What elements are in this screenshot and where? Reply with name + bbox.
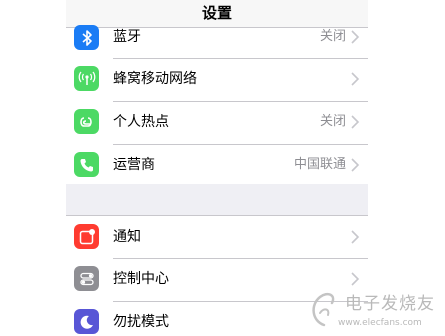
row-value: 关闭 — [319, 29, 346, 44]
row-label: 通知 — [113, 229, 141, 245]
row-label: 蓝牙 — [113, 29, 141, 45]
chevron-right-icon — [351, 72, 360, 86]
chevron-right-icon — [351, 30, 360, 44]
connectivity-group: 蓝牙 关闭 蜂窝移动网络 个人热点 关闭 运营商 中国联通 — [66, 25, 368, 187]
chevron-right-icon — [351, 158, 360, 172]
chevron-right-icon — [351, 230, 360, 244]
settings-row-bluetooth[interactable]: 蓝牙 关闭 — [66, 17, 368, 59]
row-label: 控制中心 — [113, 271, 169, 287]
row-label: 勿扰模式 — [113, 314, 169, 330]
chevron-right-icon — [351, 115, 360, 129]
moon-icon — [74, 309, 99, 334]
bluetooth-icon — [74, 25, 99, 50]
settings-row-notifications[interactable]: 通知 — [66, 216, 368, 258]
row-label: 运营商 — [113, 157, 155, 173]
control-center-icon — [74, 266, 99, 291]
settings-row-carrier[interactable]: 运营商 中国联通 — [66, 145, 368, 187]
notifications-icon — [74, 224, 99, 249]
row-label: 蜂窝移动网络 — [113, 71, 197, 87]
hotspot-icon — [74, 109, 99, 134]
row-label: 个人热点 — [113, 114, 169, 130]
row-value: 中国联通 — [293, 157, 346, 172]
cellular-icon — [74, 66, 99, 91]
phone-icon — [74, 152, 99, 177]
settings-row-hotspot[interactable]: 个人热点 关闭 — [66, 102, 368, 144]
watermark-url: www.elecfans.com — [338, 318, 422, 328]
row-value: 关闭 — [319, 114, 346, 129]
settings-row-cellular[interactable]: 蜂窝移动网络 — [66, 59, 368, 101]
left-margin — [0, 0, 66, 336]
watermark-text: 电子发烧友 — [345, 294, 435, 314]
